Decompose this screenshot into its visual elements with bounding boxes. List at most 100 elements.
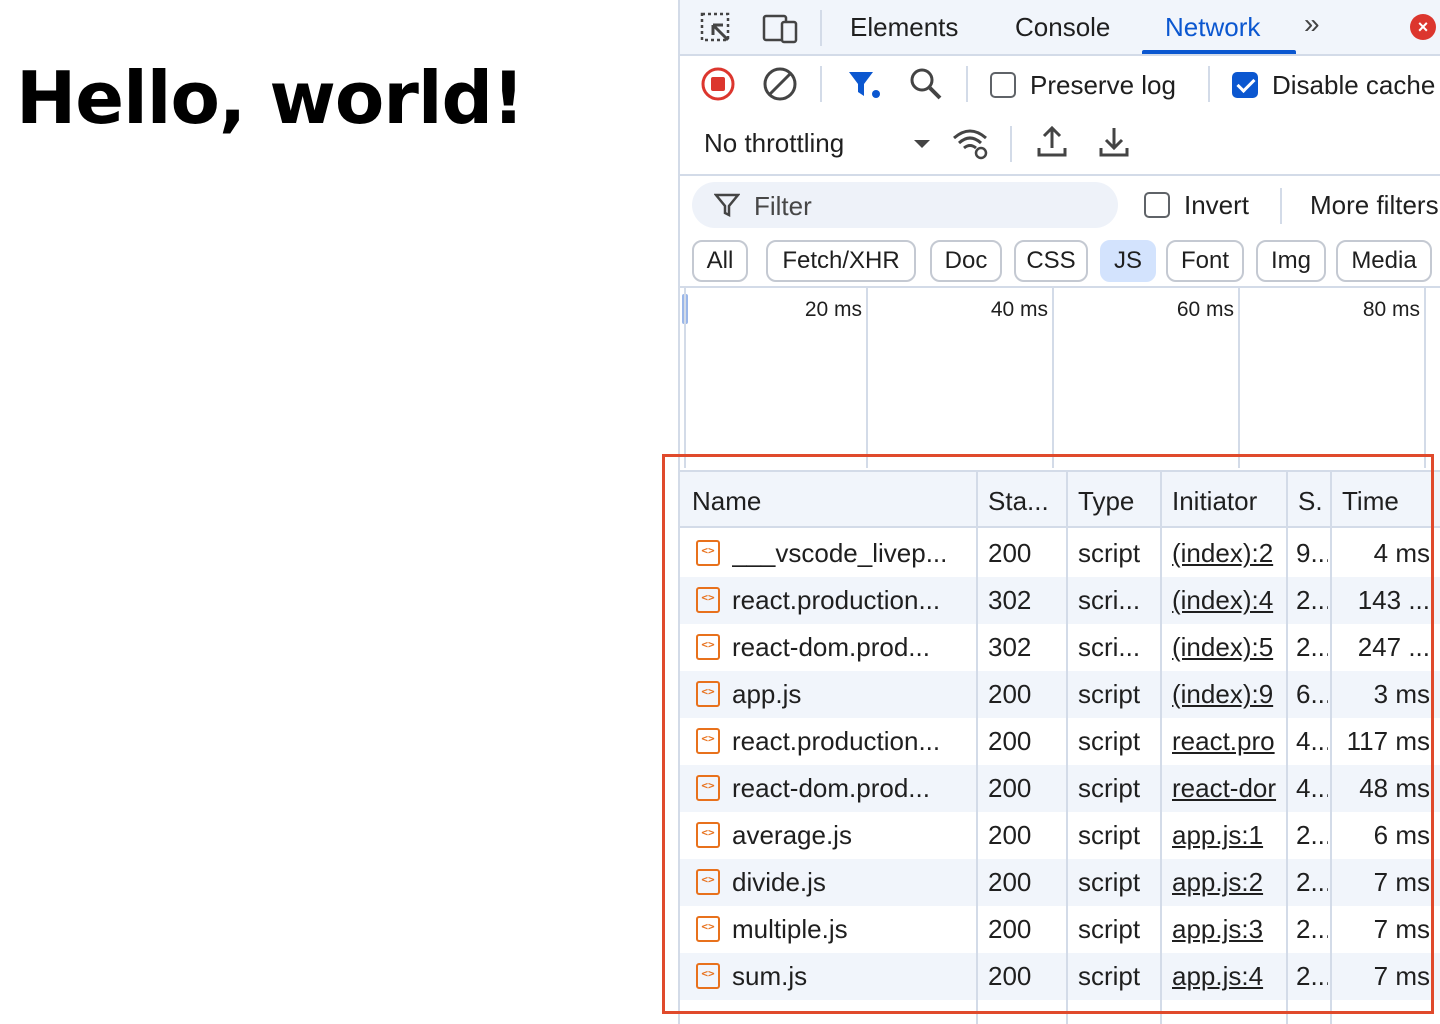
cell-initiator-link[interactable]: app.js:4 xyxy=(1172,961,1284,992)
type-filter-css[interactable]: CSS xyxy=(1014,240,1088,282)
type-filter-fetch-xhr[interactable]: Fetch/XHR xyxy=(766,240,916,282)
cell-name: divide.js xyxy=(732,867,826,897)
column-separator[interactable] xyxy=(976,470,978,1024)
cell-initiator-link[interactable]: (index):5 xyxy=(1172,632,1284,663)
cell-size: 2... xyxy=(1296,867,1328,897)
inspect-element-icon[interactable] xyxy=(696,8,736,48)
type-filter-media[interactable]: Media xyxy=(1336,240,1432,282)
network-conditions-icon[interactable] xyxy=(950,122,990,162)
cell-status: 200 xyxy=(988,679,1032,709)
type-filter-font[interactable]: Font xyxy=(1166,240,1244,282)
cell-type: script xyxy=(1078,679,1141,709)
cell-name: sum.js xyxy=(732,961,808,991)
devtools-panel: Elements Console Network » × Preserve lo… xyxy=(678,0,1440,1024)
script-file-icon: <> xyxy=(696,869,720,895)
active-tab-indicator xyxy=(1142,50,1296,54)
cell-size: 2... xyxy=(1296,820,1328,850)
cell-initiator-link[interactable]: app.js:3 xyxy=(1172,914,1284,945)
clear-icon[interactable] xyxy=(760,64,800,104)
cell-initiator-link[interactable]: (index):2 xyxy=(1172,538,1284,569)
script-file-icon: <> xyxy=(696,822,720,848)
filter-bar: Filter Invert More filters All Fetch/XHR… xyxy=(680,174,1440,288)
more-filters-button[interactable]: More filters xyxy=(1310,190,1439,221)
cell-time: 247 ... xyxy=(1357,632,1430,662)
cell-initiator-link[interactable]: react.pro xyxy=(1172,726,1284,757)
type-filter-doc[interactable]: Doc xyxy=(930,240,1002,282)
cell-size: 4... xyxy=(1296,773,1328,803)
download-icon[interactable] xyxy=(1094,122,1134,162)
column-header-name[interactable]: Name xyxy=(692,486,761,517)
disable-cache-label: Disable cache xyxy=(1272,70,1436,100)
table-row[interactable]: <> react-dom.prod... 200 script react-dor 4..… xyxy=(680,765,1440,812)
column-header-status[interactable]: Sta... xyxy=(988,486,1049,517)
invert-checkbox[interactable] xyxy=(1144,192,1170,218)
overview-gridline xyxy=(1424,288,1426,468)
cell-initiator-link[interactable]: (index):9 xyxy=(1172,679,1284,710)
upload-icon[interactable] xyxy=(1032,122,1072,162)
network-overview-timeline[interactable]: 20 ms 40 ms 60 ms 80 ms xyxy=(680,288,1440,468)
overview-gridline xyxy=(684,288,686,468)
cell-status: 302 xyxy=(988,585,1032,615)
type-filter-img[interactable]: Img xyxy=(1256,240,1326,282)
cell-name: app.js xyxy=(732,679,802,709)
column-separator[interactable] xyxy=(1286,470,1288,1024)
table-row[interactable]: <> multiple.js 200 script app.js:3 2... 7 ms xyxy=(680,906,1440,953)
table-row[interactable]: <> divide.js 200 script app.js:2 2... 7 ms xyxy=(680,859,1440,906)
overview-gridline xyxy=(866,288,868,468)
devtools-tabbar: Elements Console Network » × xyxy=(680,0,1440,56)
more-tabs-icon[interactable]: » xyxy=(1304,8,1320,40)
cell-type: script xyxy=(1078,961,1141,991)
cell-type: script xyxy=(1078,773,1141,803)
column-separator[interactable] xyxy=(1066,470,1068,1024)
column-header-initiator[interactable]: Initiator xyxy=(1172,486,1257,517)
tab-network[interactable]: Network xyxy=(1165,12,1260,43)
overview-tick-label: 40 ms xyxy=(990,298,1048,321)
script-file-icon: <> xyxy=(696,728,720,754)
column-header-size[interactable]: S. xyxy=(1298,486,1323,517)
tab-elements[interactable]: Elements xyxy=(850,12,958,43)
type-filter-all[interactable]: All xyxy=(692,240,748,282)
cell-time: 7 ms xyxy=(1373,867,1430,897)
table-row[interactable]: <> react.production... 302 scri... (index):4… xyxy=(680,577,1440,624)
table-row[interactable]: <> average.js 200 script app.js:1 2... 6 ms xyxy=(680,812,1440,859)
cell-time: 143 ... xyxy=(1357,585,1430,615)
disable-cache-checkbox[interactable] xyxy=(1232,72,1258,98)
cell-initiator-link[interactable]: app.js:1 xyxy=(1172,820,1284,851)
type-filter-js[interactable]: JS xyxy=(1100,240,1156,282)
table-row[interactable]: <> ___vscode_livep... 200 script (index):2 9.… xyxy=(680,530,1440,577)
cell-size: 2... xyxy=(1296,914,1328,944)
column-header-type[interactable]: Type xyxy=(1078,486,1134,517)
preserve-log-checkbox[interactable] xyxy=(990,72,1016,98)
table-row[interactable]: <> react-dom.prod... 302 scri... (index):5 2.… xyxy=(680,624,1440,671)
cell-initiator-link[interactable]: react-dor xyxy=(1172,773,1284,804)
column-separator[interactable] xyxy=(1330,470,1332,1024)
preserve-log-label: Preserve log xyxy=(1030,70,1176,100)
toolbar-separator xyxy=(966,66,968,102)
column-separator[interactable] xyxy=(1160,470,1162,1024)
table-row[interactable]: <> sum.js 200 script app.js:4 2... 7 ms xyxy=(680,953,1440,1000)
chevron-down-icon[interactable] xyxy=(902,124,942,164)
search-icon[interactable] xyxy=(906,64,946,104)
column-header-time[interactable]: Time xyxy=(1342,486,1399,517)
table-row[interactable]: <> app.js 200 script (index):9 6... 3 ms xyxy=(680,671,1440,718)
overview-tick-label: 20 ms xyxy=(804,298,862,321)
device-toolbar-icon[interactable] xyxy=(760,8,800,48)
script-file-icon: <> xyxy=(696,540,720,566)
filter-separator xyxy=(1280,188,1282,224)
cell-size: 6... xyxy=(1296,679,1328,709)
throttling-select[interactable]: No throttling xyxy=(704,128,844,159)
cell-initiator-link[interactable]: app.js:2 xyxy=(1172,867,1284,898)
close-icon[interactable]: × xyxy=(1410,14,1436,40)
page-viewport: Hello, world! xyxy=(0,0,678,1024)
record-stop-icon[interactable] xyxy=(698,64,738,104)
cell-time: 3 ms xyxy=(1373,679,1430,709)
tab-console[interactable]: Console xyxy=(1015,12,1110,43)
cell-status: 302 xyxy=(988,632,1032,662)
script-file-icon: <> xyxy=(696,681,720,707)
overview-gridline xyxy=(1238,288,1240,468)
filter-input[interactable]: Filter xyxy=(692,182,1118,228)
cell-initiator-link[interactable]: (index):4 xyxy=(1172,585,1284,616)
filter-funnel-icon[interactable] xyxy=(844,64,884,104)
table-row[interactable]: <> react.production... 200 script react.pro 4… xyxy=(680,718,1440,765)
script-file-icon: <> xyxy=(696,963,720,989)
